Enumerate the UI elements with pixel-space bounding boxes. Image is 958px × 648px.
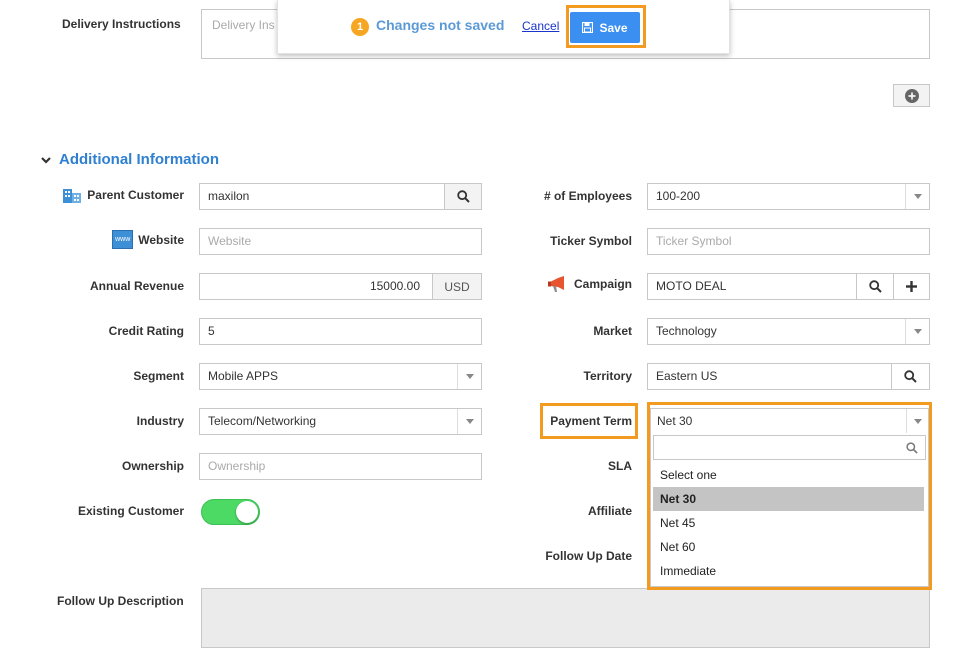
existing-customer-toggle[interactable] — [201, 499, 260, 525]
payment-term-option[interactable]: Net 30 — [653, 487, 924, 511]
follow-up-date-label: Follow Up Date — [545, 549, 632, 563]
payment-term-options: Select one Net 30 Net 45 Net 60 Immediate — [653, 463, 924, 583]
plus-icon — [906, 281, 917, 292]
payment-term-option[interactable]: Net 60 — [653, 535, 924, 559]
building-icon — [63, 189, 82, 203]
credit-rating-input[interactable]: 5 — [199, 318, 482, 345]
territory-search-button[interactable] — [891, 363, 930, 390]
ticker-symbol-input[interactable]: Ticker Symbol — [647, 228, 930, 255]
website-input[interactable]: Website — [199, 228, 482, 255]
market-label: Market — [593, 324, 632, 338]
search-icon — [904, 370, 917, 383]
chevron-down-icon — [906, 409, 928, 433]
employees-label: # of Employees — [543, 189, 632, 203]
plus-circle-icon — [904, 88, 919, 103]
campaign-label: Campaign — [573, 277, 632, 291]
parent-customer-search-button[interactable] — [444, 183, 482, 210]
sla-label: SLA — [608, 459, 632, 473]
territory-label: Territory — [583, 369, 632, 383]
affiliate-label: Affiliate — [587, 504, 632, 518]
delivery-instructions-placeholder: Delivery Ins — [212, 18, 275, 32]
ownership-input[interactable]: Ownership — [199, 453, 482, 480]
annual-revenue-label: Annual Revenue — [89, 279, 184, 293]
website-label: Website — [138, 232, 184, 247]
chevron-down-icon — [905, 319, 929, 344]
industry-select[interactable]: Telecom/Networking — [199, 408, 482, 435]
campaign-label-group: Campaign — [547, 275, 632, 293]
chevron-down-icon — [457, 409, 481, 434]
chevron-down-icon — [41, 156, 51, 164]
toggle-knob — [236, 501, 258, 523]
parent-customer-label: Parent Customer — [87, 188, 184, 202]
chevron-down-icon — [905, 184, 929, 209]
website-label-group: www Website — [112, 230, 184, 249]
unsaved-message: Changes not saved — [376, 17, 505, 33]
payment-term-dropdown: Select one Net 30 Net 45 Net 60 Immediate — [650, 433, 929, 587]
credit-rating-label: Credit Rating — [108, 324, 184, 338]
megaphone-icon — [547, 276, 564, 292]
campaign-input[interactable]: MOTO DEAL — [647, 273, 857, 300]
campaign-add-button[interactable] — [893, 273, 930, 300]
ticker-symbol-label: Ticker Symbol — [550, 234, 632, 248]
segment-select[interactable]: Mobile APPS — [199, 363, 482, 390]
add-button[interactable] — [893, 84, 930, 107]
market-select[interactable]: Technology — [647, 318, 930, 345]
payment-term-option[interactable]: Select one — [653, 463, 924, 487]
cancel-link[interactable]: Cancel — [522, 19, 559, 33]
follow-up-description-label: Follow Up Description — [57, 594, 184, 608]
save-highlight — [566, 5, 646, 48]
industry-label: Industry — [136, 414, 184, 428]
unsaved-changes-bar: 1 Changes not saved Cancel Save — [277, 0, 730, 54]
existing-customer-label: Existing Customer — [77, 504, 184, 518]
segment-label: Segment — [133, 369, 184, 383]
parent-customer-label-group: Parent Customer — [63, 187, 184, 203]
dropdown-search-input[interactable] — [653, 435, 926, 460]
annual-revenue-input[interactable]: 15000.00 — [199, 273, 433, 300]
payment-term-select[interactable]: Net 30 — [650, 408, 929, 434]
campaign-search-button[interactable] — [856, 273, 894, 300]
search-icon — [906, 442, 918, 454]
search-icon — [868, 280, 882, 293]
section-header[interactable]: Additional Information — [40, 151, 219, 168]
search-icon — [456, 190, 470, 203]
ownership-label: Ownership — [121, 459, 184, 473]
www-icon: www — [112, 230, 134, 249]
employees-select[interactable]: 100-200 — [647, 183, 930, 210]
unsaved-count-badge: 1 — [351, 18, 369, 36]
currency-addon: USD — [432, 273, 482, 300]
delivery-instructions-label: Delivery Instructions — [62, 17, 181, 31]
parent-customer-input[interactable]: maxilon — [199, 183, 445, 210]
chevron-down-icon — [457, 364, 481, 389]
payment-term-option[interactable]: Immediate — [653, 559, 924, 583]
territory-input[interactable]: Eastern US — [647, 363, 892, 390]
follow-up-description-textarea[interactable] — [201, 588, 930, 648]
payment-term-option[interactable]: Net 45 — [653, 511, 924, 535]
section-title: Additional Information — [59, 151, 219, 168]
payment-term-label: Payment Term — [550, 414, 632, 428]
